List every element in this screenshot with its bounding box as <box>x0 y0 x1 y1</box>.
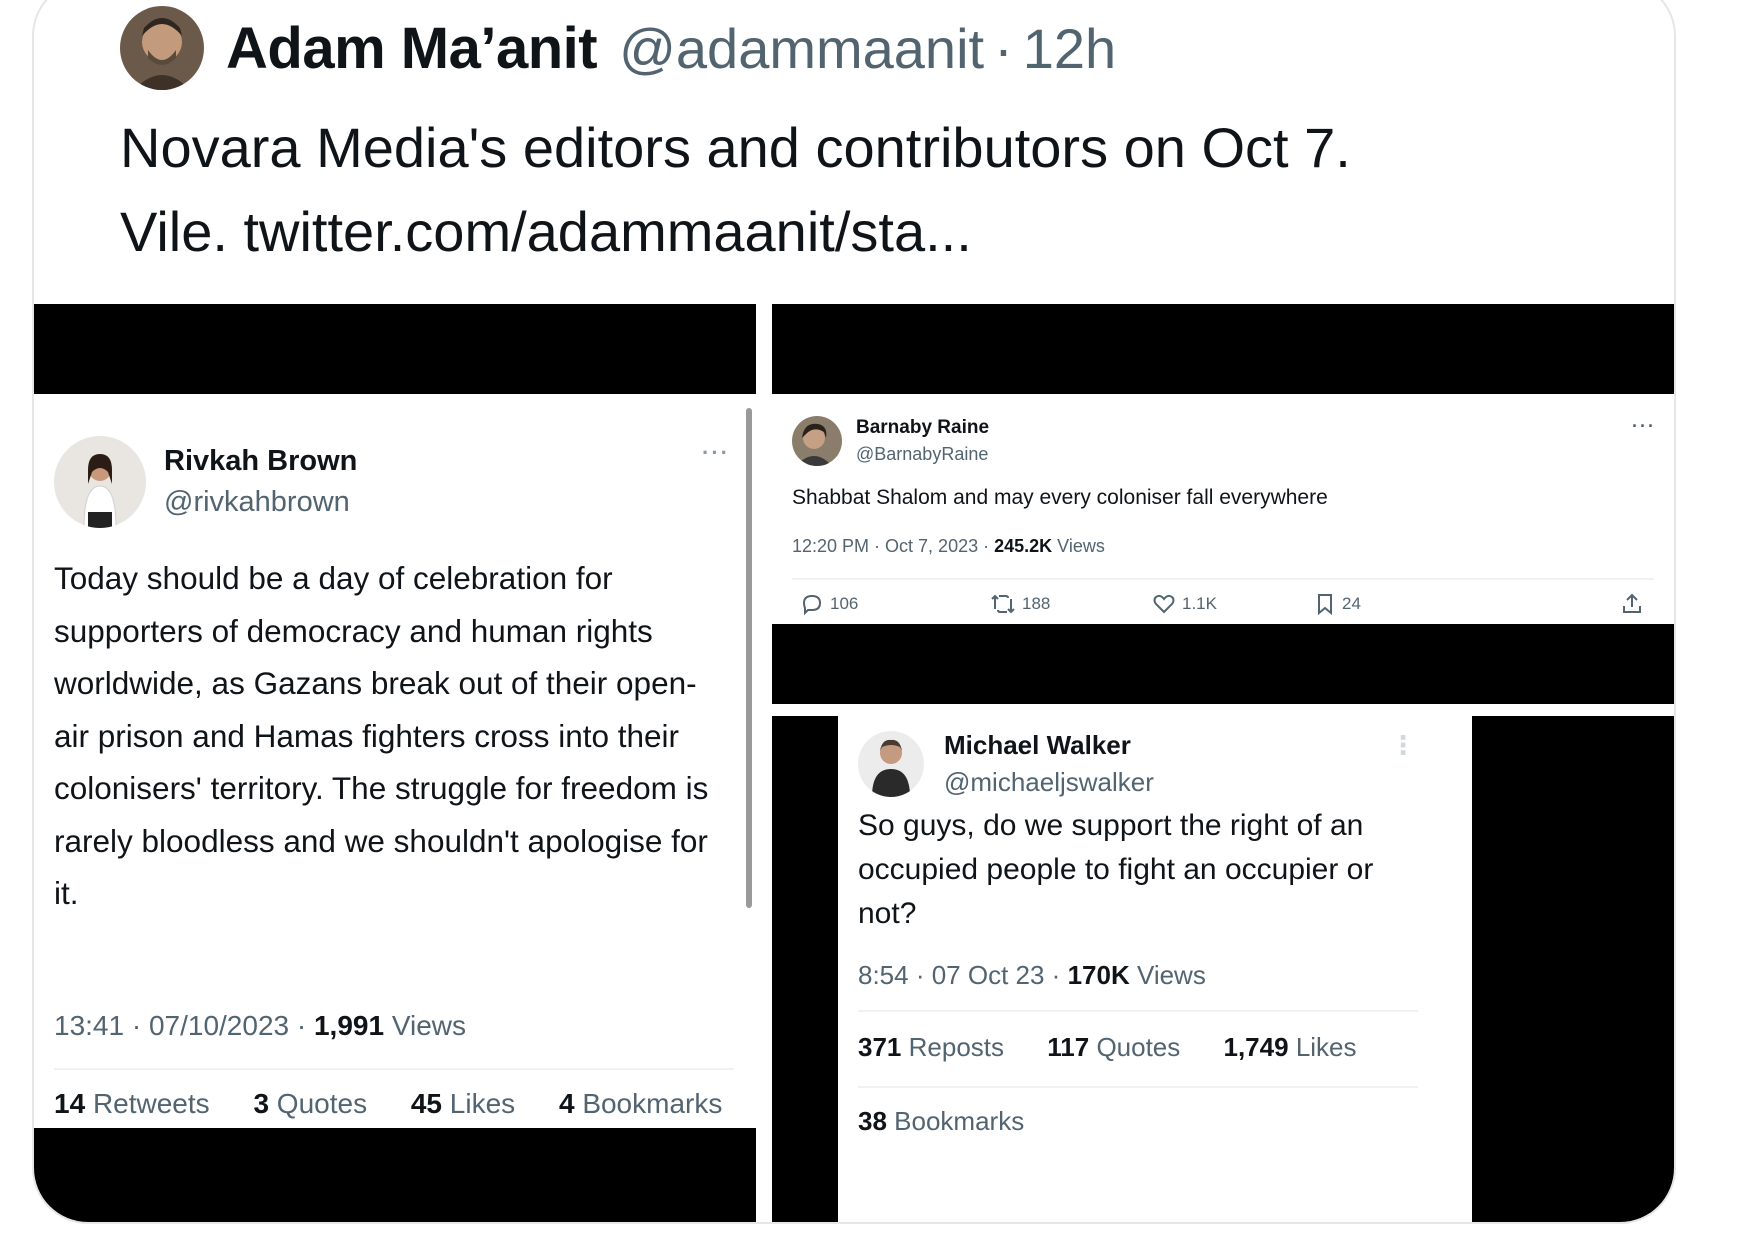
tweet-body: Shabbat Shalom and may every coloniser f… <box>792 486 1328 509</box>
views-label: Views <box>384 1010 467 1041</box>
more-icon[interactable]: ··· <box>702 440 730 466</box>
tweet-text-line: rarely bloodless and we shouldn't apolog… <box>54 822 708 859</box>
bookmarks-label: Bookmarks <box>894 1106 1025 1136</box>
divider <box>858 1086 1418 1088</box>
views-count: 1,991 <box>313 1010 385 1041</box>
tweet-meta: 13:41 · 07/10/2023 · 1,991 Views <box>54 1010 466 1042</box>
timestamp[interactable]: 12:20 PM · Oct 7, 2023 · <box>792 536 994 556</box>
separator-dot: · <box>994 16 1013 80</box>
tweet-text-line: not? <box>858 897 917 930</box>
tweet-text-line: air prison and Hamas fighters cross into… <box>54 717 680 754</box>
author-name[interactable]: Michael Walker <box>944 730 1154 761</box>
quotes-stat[interactable]: 117 Quotes <box>1047 1032 1198 1062</box>
more-icon[interactable]: ··· <box>1632 416 1656 437</box>
screenshot-barnaby[interactable]: Barnaby Raine @BarnabyRaine ··· Shabbat … <box>772 394 1674 624</box>
tweet-stats: 371 Reposts 117 Quotes 1,749 Likes <box>858 1032 1393 1063</box>
divider <box>792 578 1654 580</box>
repost-count: 188 <box>1022 594 1051 613</box>
bookmark-icon <box>1318 594 1332 616</box>
views-label: Views <box>1052 536 1105 556</box>
tweet-text-line: Novara Media's editors and contributors … <box>120 116 1351 179</box>
share-button[interactable] <box>1620 592 1644 616</box>
retweets-stat[interactable]: 14 Retweets <box>54 1088 228 1119</box>
divider <box>54 1068 734 1070</box>
bookmarks-count: 38 <box>858 1106 887 1136</box>
divider <box>858 1010 1418 1012</box>
tweet-text-line: occupied people to fight an occupier or <box>858 853 1374 886</box>
tweet-link-line[interactable]: Vile. twitter.com/adammaanit/sta... <box>120 190 1660 274</box>
tweet-stats: 14 Retweets 3 Quotes 45 Likes 4 Bookmark… <box>54 1088 756 1120</box>
author-handle[interactable]: @BarnabyRaine <box>856 444 989 465</box>
panel-separator <box>756 304 772 1222</box>
tweet-meta: 8:54 · 07 Oct 23 · 170K Views <box>858 960 1206 991</box>
timestamp[interactable]: 8:54 · 07 Oct 23 · <box>858 960 1068 990</box>
bookmarks-stat[interactable]: 4 Bookmarks <box>559 1088 740 1119</box>
tweet-text-line: So guys, do we support the right of an <box>858 809 1364 842</box>
like-count: 1.1K <box>1182 594 1217 613</box>
timestamp[interactable]: 12h <box>1023 17 1116 80</box>
avatar[interactable] <box>54 436 146 528</box>
views-label: Views <box>1129 960 1206 990</box>
tweet-text-line: supporters of democracy and human rights <box>54 612 653 649</box>
quotes-stat[interactable]: 3 Quotes <box>253 1088 385 1119</box>
handle-text[interactable]: @adammaanit <box>619 17 984 80</box>
author-handle[interactable]: @michaeljswalker <box>944 767 1154 798</box>
avatar[interactable] <box>858 731 924 797</box>
tweet-body: So guys, do we support the right of an o… <box>858 804 1373 936</box>
bookmarks-stat[interactable]: 38 Bookmarks <box>858 1106 1024 1137</box>
views-count: 245.2K <box>994 536 1053 556</box>
bookmark-button[interactable]: 24 <box>1314 592 1361 616</box>
author-handle[interactable]: @adammaanit · 12h <box>619 16 1116 81</box>
tweet-text-line: worldwide, as Gazans break out of their … <box>54 665 697 701</box>
likes-stat[interactable]: 45 Likes <box>411 1088 533 1119</box>
avatar[interactable] <box>120 6 204 90</box>
heart-icon <box>1153 594 1175 614</box>
tweet-text-line: it. <box>54 875 79 911</box>
action-bar: 106 188 1.1K 24 <box>800 592 1650 622</box>
tweet-body: Today should be a day of celebration for… <box>54 552 708 920</box>
views-count: 170K <box>1067 960 1130 990</box>
screenshot-rivkah[interactable]: Rivkah Brown @rivkahbrown ··· Today shou… <box>34 394 756 1128</box>
like-button[interactable]: 1.1K <box>1152 592 1217 616</box>
tweet-text-line: Today should be a day of celebration for <box>54 560 613 596</box>
reply-icon <box>802 594 822 616</box>
author-name[interactable]: Rivkah Brown <box>164 445 357 478</box>
screenshot-michael[interactable]: Michael Walker @michaeljswalker ⋮ So guy… <box>838 716 1472 1222</box>
author-name[interactable]: Adam Ma’anit <box>226 15 598 82</box>
author-name[interactable]: Barnaby Raine <box>856 417 989 439</box>
reposts-stat[interactable]: 371 Reposts <box>858 1032 1022 1062</box>
tweet-meta: 12:20 PM · Oct 7, 2023 · 245.2K Views <box>792 536 1105 557</box>
more-icon[interactable]: ⋮ <box>1390 730 1418 761</box>
tweet-text-line: colonisers' territory. The struggle for … <box>54 770 709 806</box>
tweet-header: Adam Ma’anit @adammaanit · 12h <box>120 0 1116 96</box>
bookmark-count: 24 <box>1342 594 1361 613</box>
tweet-card: Adam Ma’anit @adammaanit · 12h Novara Medi… <box>32 0 1676 1224</box>
repost-button[interactable]: 188 <box>990 592 1050 616</box>
scrollbar[interactable] <box>746 408 752 908</box>
repost-icon <box>991 594 1015 614</box>
reply-button[interactable]: 106 <box>800 592 858 616</box>
likes-stat[interactable]: 1,749 Likes <box>1224 1032 1375 1062</box>
timestamp[interactable]: 13:41 · 07/10/2023 · <box>54 1010 314 1041</box>
panel-separator <box>772 704 1674 716</box>
author-handle[interactable]: @rivkahbrown <box>164 486 357 519</box>
reply-count: 106 <box>830 594 859 613</box>
avatar[interactable] <box>792 416 842 466</box>
image-mosaic[interactable]: Rivkah Brown @rivkahbrown ··· Today shou… <box>34 304 1674 1222</box>
share-icon <box>1623 593 1641 613</box>
tweet-text: Novara Media's editors and contributors … <box>120 106 1660 274</box>
